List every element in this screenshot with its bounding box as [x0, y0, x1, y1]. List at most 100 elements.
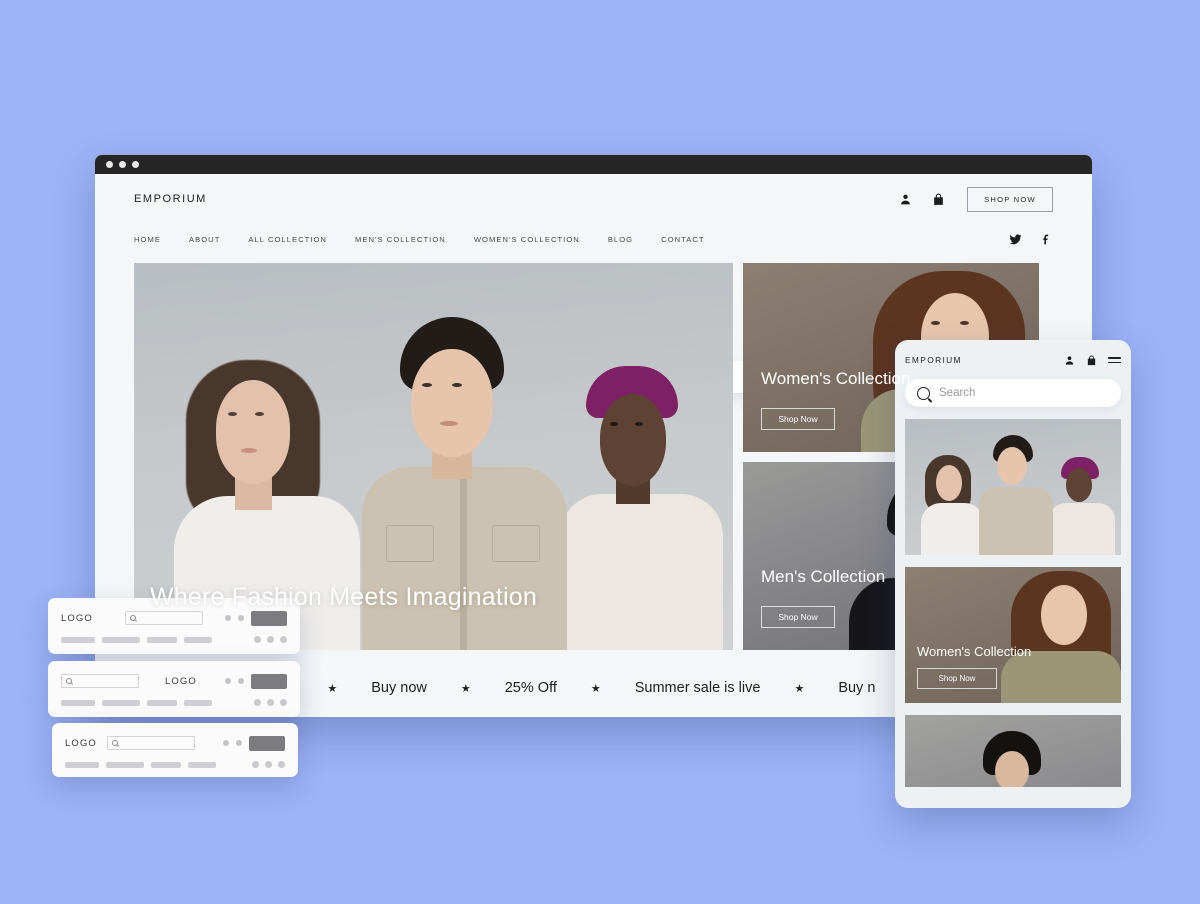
wireframe-search-box[interactable]	[125, 611, 203, 625]
facebook-icon[interactable]	[1040, 233, 1053, 246]
bag-icon[interactable]	[932, 193, 945, 206]
wireframe-nav-row	[65, 761, 285, 768]
wireframe-card-layout-3[interactable]: LOGO	[52, 723, 298, 777]
marquee-item: Buy n	[838, 680, 875, 696]
mobile-mens-model	[967, 731, 1059, 787]
account-icon[interactable]	[1064, 355, 1075, 366]
hero-title: Where Fashion Meets Imagination	[150, 583, 537, 612]
wireframe-social-dots	[252, 761, 285, 768]
nav-item-home[interactable]: HOME	[134, 235, 161, 244]
wireframe-nav-bar[interactable]	[147, 700, 177, 706]
bag-icon[interactable]	[1086, 355, 1097, 366]
wireframe-search-box[interactable]	[61, 674, 139, 688]
marquee-separator-icon: ★	[591, 682, 601, 695]
wireframe-icon-dot[interactable]	[238, 615, 244, 621]
maximize-window-dot[interactable]	[132, 161, 139, 168]
wireframe-nav-bar[interactable]	[147, 637, 177, 643]
wireframe-header-row: LOGO	[65, 734, 285, 752]
close-window-dot[interactable]	[106, 161, 113, 168]
search-icon	[112, 740, 118, 746]
wireframe-nav-bar[interactable]	[102, 700, 140, 706]
shop-now-button-womens[interactable]: Shop Now	[761, 408, 835, 430]
nav-links: HOME ABOUT ALL COLLECTION MEN'S COLLECTI…	[134, 235, 705, 244]
wireframe-nav-bar[interactable]	[65, 762, 99, 768]
mobile-category-title-womens: Women's Collection	[917, 644, 1031, 659]
wireframe-nav-bar[interactable]	[184, 700, 212, 706]
marquee-separator-icon: ★	[794, 682, 804, 695]
mobile-header: EMPORIUM	[905, 351, 1121, 369]
mobile-shop-now-button-womens[interactable]: Shop Now	[917, 668, 997, 689]
hero-banner[interactable]: Where Fashion Meets Imagination	[134, 263, 733, 650]
twitter-icon[interactable]	[1009, 233, 1022, 246]
nav-item-about[interactable]: ABOUT	[189, 235, 220, 244]
mobile-brand-logo[interactable]: EMPORIUM	[905, 355, 962, 365]
wireframe-social-dots	[254, 699, 287, 706]
marquee-item: 25% Off	[505, 680, 557, 696]
wireframe-cta-button[interactable]	[251, 611, 287, 626]
wireframe-actions	[223, 736, 285, 751]
mobile-hero-models	[905, 419, 1121, 555]
nav-item-mens-collection[interactable]: MEN'S COLLECTION	[355, 235, 446, 244]
wireframe-card-layout-2[interactable]: LOGO	[48, 661, 300, 717]
mobile-header-icons	[1064, 355, 1121, 366]
site-header: EMPORIUM SHOP NOW	[95, 174, 1092, 224]
header-actions: SHOP NOW	[899, 187, 1053, 212]
wireframe-nav-bar[interactable]	[61, 700, 95, 706]
brand-logo[interactable]: EMPORIUM	[134, 193, 207, 205]
mobile-card-list: Women's Collection Shop Now	[905, 419, 1121, 787]
mobile-category-card-mens[interactable]	[905, 715, 1121, 787]
wireframe-social-dots	[254, 636, 287, 643]
wireframe-icon-dot[interactable]	[238, 678, 244, 684]
wireframe-icon-dot[interactable]	[225, 615, 231, 621]
nav-item-contact[interactable]: CONTACT	[661, 235, 705, 244]
nav-item-all-collection[interactable]: ALL COLLECTION	[248, 235, 327, 244]
header-icon-group	[899, 193, 945, 206]
account-icon[interactable]	[899, 193, 912, 206]
wireframe-cta-button[interactable]	[249, 736, 285, 751]
wireframe-search-box[interactable]	[107, 736, 195, 750]
search-icon	[917, 387, 930, 400]
marquee-separator-icon: ★	[461, 682, 471, 695]
wireframe-icon-dot[interactable]	[225, 678, 231, 684]
wireframe-nav-bar[interactable]	[151, 762, 181, 768]
wireframe-nav-bar[interactable]	[188, 762, 216, 768]
social-links	[1009, 233, 1053, 246]
marquee-item: Summer sale is live	[635, 680, 761, 696]
search-icon	[130, 615, 136, 621]
marquee-item: Buy now	[371, 680, 427, 696]
hamburger-menu-icon[interactable]	[1108, 357, 1121, 363]
wireframe-logo: LOGO	[165, 676, 197, 687]
wireframe-icon-dot[interactable]	[223, 740, 229, 746]
search-icon	[66, 678, 72, 684]
wireframe-nav-bar[interactable]	[184, 637, 212, 643]
minimize-window-dot[interactable]	[119, 161, 126, 168]
wireframe-nav-bar[interactable]	[106, 762, 144, 768]
mobile-hero-card[interactable]	[905, 419, 1121, 555]
hero-model-right	[562, 360, 722, 650]
wireframe-logo: LOGO	[65, 738, 97, 749]
wireframe-header-row: LOGO	[61, 672, 287, 690]
category-title-mens: Men's Collection	[761, 567, 885, 587]
wireframe-nav-row	[61, 636, 287, 643]
mobile-category-card-womens[interactable]: Women's Collection Shop Now	[905, 567, 1121, 703]
mobile-womens-model	[1007, 571, 1115, 699]
shop-now-button[interactable]: SHOP NOW	[967, 187, 1053, 212]
wireframe-nav-bar[interactable]	[102, 637, 140, 643]
wireframe-cta-button[interactable]	[251, 674, 287, 689]
shop-now-button-mens[interactable]: Shop Now	[761, 606, 835, 628]
category-title-womens: Women's Collection	[761, 369, 910, 389]
mobile-search-input[interactable]: Search	[905, 379, 1121, 407]
wireframe-nav-bar[interactable]	[61, 637, 95, 643]
wireframe-icon-dot[interactable]	[236, 740, 242, 746]
mobile-search-placeholder: Search	[939, 387, 975, 399]
wireframe-actions	[225, 611, 287, 626]
browser-titlebar	[95, 155, 1092, 174]
nav-item-blog[interactable]: BLOG	[608, 235, 633, 244]
mobile-preview-panel: EMPORIUM Search Women's Col	[895, 340, 1131, 808]
primary-navigation: HOME ABOUT ALL COLLECTION MEN'S COLLECTI…	[95, 224, 1092, 254]
wireframe-actions	[225, 674, 287, 689]
marquee-separator-icon: ★	[327, 682, 337, 695]
wireframe-nav-row	[61, 699, 287, 706]
wireframe-logo: LOGO	[61, 613, 93, 624]
nav-item-womens-collection[interactable]: WOMEN'S COLLECTION	[474, 235, 580, 244]
